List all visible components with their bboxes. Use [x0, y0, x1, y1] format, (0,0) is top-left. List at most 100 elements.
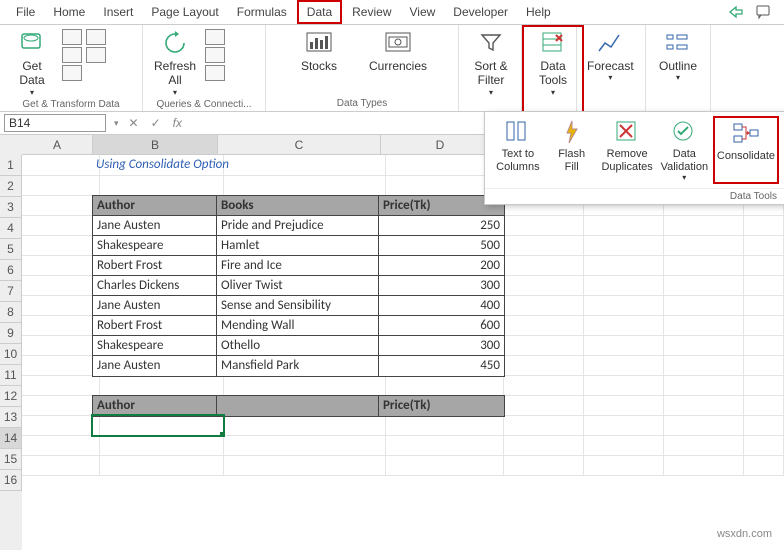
cell-G9[interactable]: [656, 315, 744, 336]
row-header-7[interactable]: 7: [0, 281, 22, 302]
cell-F7[interactable]: [576, 275, 664, 296]
col-header-B[interactable]: B: [93, 135, 218, 155]
cell-G14[interactable]: [656, 415, 744, 436]
cell-F6[interactable]: [576, 255, 664, 276]
cell-F5[interactable]: [576, 235, 664, 256]
cell-H10[interactable]: [736, 335, 784, 356]
cell-B14[interactable]: [92, 415, 224, 436]
cell-B5[interactable]: Shakespeare: [92, 235, 225, 257]
cell-B16[interactable]: [92, 455, 224, 476]
cell-A4[interactable]: [22, 215, 100, 236]
cell-C6[interactable]: Fire and Ice: [216, 255, 387, 277]
cell-E13[interactable]: [496, 395, 584, 416]
cell-E7[interactable]: [496, 275, 584, 296]
currencies-button[interactable]: Currencies: [365, 27, 431, 75]
cell-G11[interactable]: [656, 355, 744, 376]
row-header-12[interactable]: 12: [0, 386, 22, 407]
fx-icon[interactable]: fx: [167, 116, 188, 130]
tab-insert[interactable]: Insert: [95, 2, 141, 22]
cell-H11[interactable]: [736, 355, 784, 376]
cell-H15[interactable]: [736, 435, 784, 456]
cell-G4[interactable]: [656, 215, 744, 236]
row-header-9[interactable]: 9: [0, 323, 22, 344]
accept-formula-icon[interactable]: ✓: [145, 116, 167, 130]
cell-A12[interactable]: [22, 375, 100, 396]
cell-E12[interactable]: [496, 375, 584, 396]
cell-B15[interactable]: [92, 435, 224, 456]
cell-F9[interactable]: [576, 315, 664, 336]
cell-D13[interactable]: Price(Tk): [378, 395, 505, 417]
row-header-8[interactable]: 8: [0, 302, 22, 323]
row-header-5[interactable]: 5: [0, 239, 22, 260]
cell-D12[interactable]: [378, 375, 504, 396]
cell-A8[interactable]: [22, 295, 100, 316]
cell-D16[interactable]: [378, 455, 504, 476]
cell-H14[interactable]: [736, 415, 784, 436]
cell-C4[interactable]: Pride and Prejudice: [216, 215, 387, 237]
row-header-13[interactable]: 13: [0, 407, 22, 428]
tab-formulas[interactable]: Formulas: [229, 2, 295, 22]
name-box[interactable]: B14: [4, 114, 106, 132]
cell-E15[interactable]: [496, 435, 584, 456]
cell-H13[interactable]: [736, 395, 784, 416]
namebox-dropdown-icon[interactable]: ▾: [110, 118, 123, 129]
cell-C5[interactable]: Hamlet: [216, 235, 387, 257]
tab-review[interactable]: Review: [344, 2, 399, 22]
cell-D10[interactable]: 300: [378, 335, 505, 357]
cell-A9[interactable]: [22, 315, 100, 336]
cell-G16[interactable]: [656, 455, 744, 476]
cell-G13[interactable]: [656, 395, 744, 416]
row-header-2[interactable]: 2: [0, 176, 22, 197]
tab-file[interactable]: File: [8, 2, 43, 22]
get-data-button[interactable]: Get Data ▾: [6, 27, 58, 99]
cell-C14[interactable]: [216, 415, 386, 436]
comment-icon[interactable]: [756, 4, 772, 20]
col-header-C[interactable]: C: [218, 135, 381, 155]
cell-F15[interactable]: [576, 435, 664, 456]
row-header-16[interactable]: 16: [0, 470, 22, 491]
cell-C12[interactable]: [216, 375, 386, 396]
cell-B11[interactable]: Jane Austen: [92, 355, 225, 377]
cell-G12[interactable]: [656, 375, 744, 396]
row-headers[interactable]: 12345678910111213141516: [0, 135, 22, 550]
cell-B2[interactable]: [92, 175, 224, 196]
tab-developer[interactable]: Developer: [445, 2, 516, 22]
cell-B10[interactable]: Shakespeare: [92, 335, 225, 357]
cell-E6[interactable]: [496, 255, 584, 276]
cell-H4[interactable]: [736, 215, 784, 236]
cell-H9[interactable]: [736, 315, 784, 336]
cell-B13[interactable]: Author: [92, 395, 225, 417]
cell-B8[interactable]: Jane Austen: [92, 295, 225, 317]
cell-G6[interactable]: [656, 255, 744, 276]
cell-A14[interactable]: [22, 415, 100, 436]
cell-F4[interactable]: [576, 215, 664, 236]
row-header-10[interactable]: 10: [0, 344, 22, 365]
transform-small-buttons-2[interactable]: [86, 27, 106, 63]
cell-H6[interactable]: [736, 255, 784, 276]
cell-C15[interactable]: [216, 435, 386, 456]
row-header-14[interactable]: 14: [0, 428, 22, 449]
cell-H16[interactable]: [736, 455, 784, 476]
cell-C2[interactable]: [216, 175, 386, 196]
cell-E11[interactable]: [496, 355, 584, 376]
cell-D5[interactable]: 500: [378, 235, 505, 257]
tab-view[interactable]: View: [402, 2, 444, 22]
text-to-columns-button[interactable]: Text to Columns: [491, 116, 545, 184]
cell-C13[interactable]: [216, 395, 387, 417]
row-header-11[interactable]: 11: [0, 365, 22, 386]
cell-F14[interactable]: [576, 415, 664, 436]
cell-B4[interactable]: Jane Austen: [92, 215, 225, 237]
cell-C3[interactable]: Books: [216, 195, 387, 217]
cell-E5[interactable]: [496, 235, 584, 256]
sort-filter-button[interactable]: Sort & Filter ▾: [465, 27, 517, 99]
col-header-A[interactable]: A: [22, 135, 93, 155]
cell-G15[interactable]: [656, 435, 744, 456]
cell-F8[interactable]: [576, 295, 664, 316]
cell-A16[interactable]: [22, 455, 100, 476]
cell-B9[interactable]: Robert Frost: [92, 315, 225, 337]
cell-F11[interactable]: [576, 355, 664, 376]
stocks-button[interactable]: Stocks: [293, 27, 345, 75]
cell-G10[interactable]: [656, 335, 744, 356]
row-header-3[interactable]: 3: [0, 197, 22, 218]
cell-A5[interactable]: [22, 235, 100, 256]
